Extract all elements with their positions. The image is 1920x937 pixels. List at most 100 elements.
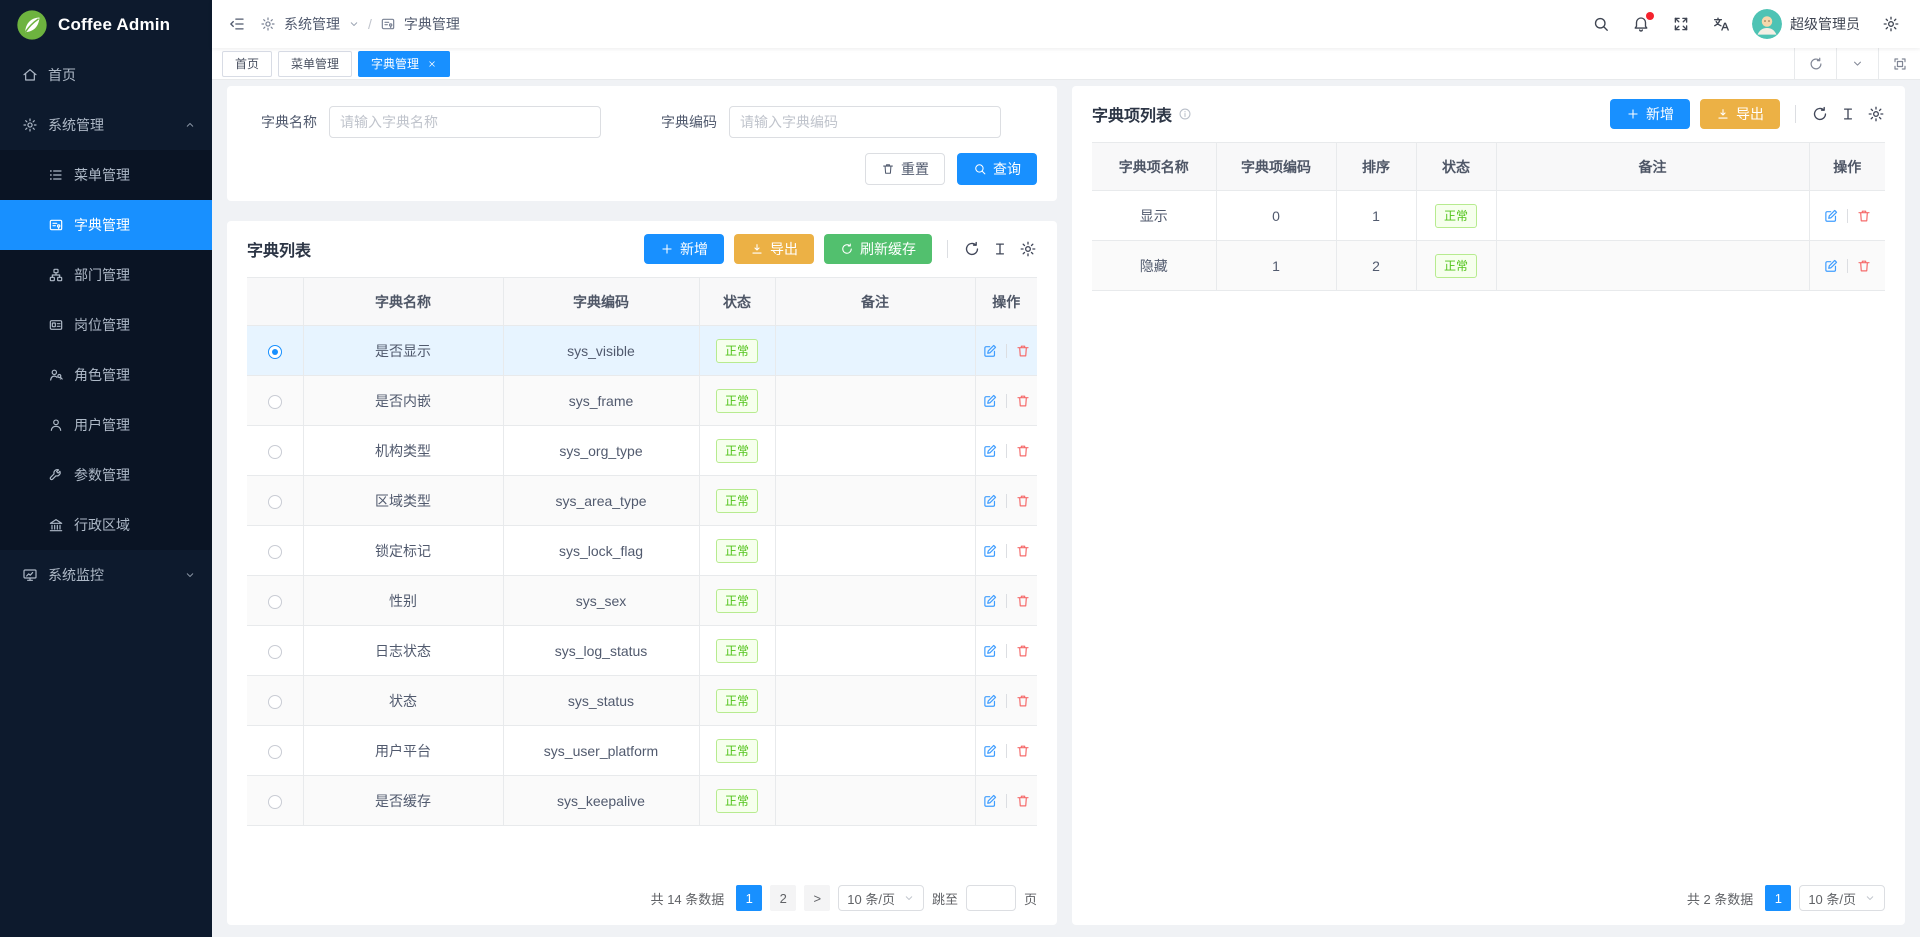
dict-row-sys_area_type[interactable]: 区域类型sys_area_type正常 <box>247 476 1037 526</box>
tab-menu-management[interactable]: 菜单管理 <box>278 51 352 77</box>
chevron-down-icon[interactable] <box>348 18 360 30</box>
sidebar-collapse-icon[interactable] <box>228 15 246 33</box>
row-height-icon[interactable] <box>991 240 1009 258</box>
delete-icon[interactable] <box>1015 393 1031 409</box>
breadcrumb-section[interactable]: 系统管理 <box>284 14 340 34</box>
edit-icon[interactable] <box>982 693 998 709</box>
delete-icon[interactable] <box>1015 443 1031 459</box>
row-radio[interactable] <box>268 545 282 559</box>
column-settings-icon[interactable] <box>1019 240 1037 258</box>
dict-code-input[interactable] <box>729 106 1001 138</box>
edit-icon[interactable] <box>982 543 998 559</box>
dict-row-sys_log_status[interactable]: 日志状态sys_log_status正常 <box>247 626 1037 676</box>
edit-icon[interactable] <box>982 593 998 609</box>
refresh-cache-button[interactable]: 刷新缓存 <box>824 234 932 264</box>
delete-icon[interactable] <box>1015 693 1031 709</box>
reset-button[interactable]: 重置 <box>865 153 945 185</box>
cell-name: 区域类型 <box>303 476 503 526</box>
row-radio[interactable] <box>268 495 282 509</box>
edit-icon[interactable] <box>982 493 998 509</box>
sidebar-item-system-monitor[interactable]: 系统监控 <box>0 550 212 600</box>
page-button-1[interactable]: 1 <box>1765 885 1791 911</box>
delete-icon[interactable] <box>1015 493 1031 509</box>
close-icon[interactable] <box>427 59 437 69</box>
edit-icon[interactable] <box>1823 208 1839 224</box>
row-height-icon[interactable] <box>1839 105 1857 123</box>
row-radio[interactable] <box>268 695 282 709</box>
sidebar-item-user-management[interactable]: 用户管理 <box>0 400 212 450</box>
row-radio[interactable] <box>268 445 282 459</box>
info-icon[interactable] <box>1178 107 1192 121</box>
sidebar-item-post-management[interactable]: 岗位管理 <box>0 300 212 350</box>
delete-icon[interactable] <box>1015 543 1031 559</box>
edit-icon[interactable] <box>982 643 998 659</box>
dict-row-sys_frame[interactable]: 是否内嵌sys_frame正常 <box>247 376 1037 426</box>
search-icon[interactable] <box>1592 15 1610 33</box>
sidebar-item-home[interactable]: 首页 <box>0 50 212 100</box>
edit-icon[interactable] <box>982 793 998 809</box>
delete-icon[interactable] <box>1015 743 1031 759</box>
sidebar-item-dept-management[interactable]: 部门管理 <box>0 250 212 300</box>
export-dict-item-button[interactable]: 导出 <box>1700 99 1780 129</box>
edit-icon[interactable] <box>982 393 998 409</box>
row-radio[interactable] <box>268 645 282 659</box>
translate-icon[interactable] <box>1712 15 1730 33</box>
edit-icon[interactable] <box>982 443 998 459</box>
export-dict-button[interactable]: 导出 <box>734 234 814 264</box>
sidebar-item-system-management[interactable]: 系统管理 <box>0 100 212 150</box>
edit-icon[interactable] <box>1823 258 1839 274</box>
row-radio[interactable] <box>268 395 282 409</box>
delete-icon[interactable] <box>1015 343 1031 359</box>
sidebar-item-menu-management[interactable]: 菜单管理 <box>0 150 212 200</box>
fullscreen-icon[interactable] <box>1672 15 1690 33</box>
row-radio[interactable] <box>268 745 282 759</box>
dict-row-sys_keepalive[interactable]: 是否缓存sys_keepalive正常 <box>247 776 1037 826</box>
column-settings-icon[interactable] <box>1867 105 1885 123</box>
next-page-button[interactable]: > <box>804 885 830 911</box>
sidebar-item-admin-region[interactable]: 行政区域 <box>0 500 212 550</box>
dict-item-row-0[interactable]: 显示01正常 <box>1092 191 1885 241</box>
dict-name-input[interactable] <box>329 106 601 138</box>
bell-icon[interactable] <box>1632 15 1650 33</box>
column-header: 状态 <box>699 278 775 326</box>
delete-icon[interactable] <box>1856 208 1872 224</box>
delete-icon[interactable] <box>1015 643 1031 659</box>
tab-home[interactable]: 首页 <box>222 51 272 77</box>
page-button-1[interactable]: 1 <box>736 885 762 911</box>
refresh-table-icon[interactable] <box>1811 105 1829 123</box>
row-radio[interactable] <box>268 345 282 359</box>
dict-row-sys_sex[interactable]: 性别sys_sex正常 <box>247 576 1037 626</box>
dict-item-row-1[interactable]: 隐藏12正常 <box>1092 241 1885 291</box>
edit-icon[interactable] <box>982 743 998 759</box>
row-radio[interactable] <box>268 595 282 609</box>
page-button-2[interactable]: 2 <box>770 885 796 911</box>
sidebar-item-param-management[interactable]: 参数管理 <box>0 450 212 500</box>
dict-row-sys_lock_flag[interactable]: 锁定标记sys_lock_flag正常 <box>247 526 1037 576</box>
sidebar-item-role-management[interactable]: 角色管理 <box>0 350 212 400</box>
jump-to-input[interactable] <box>966 885 1016 911</box>
tab-dict-management[interactable]: 字典管理 <box>358 51 450 77</box>
refresh-page-icon[interactable] <box>1794 48 1836 80</box>
refresh-table-icon[interactable] <box>963 240 981 258</box>
maximize-content-icon[interactable] <box>1878 48 1920 80</box>
add-dict-item-button[interactable]: 新增 <box>1610 99 1690 129</box>
dict-row-sys_visible[interactable]: 是否显示sys_visible正常 <box>247 326 1037 376</box>
dict-row-sys_org_type[interactable]: 机构类型sys_org_type正常 <box>247 426 1037 476</box>
add-dict-button[interactable]: 新增 <box>644 234 724 264</box>
delete-icon[interactable] <box>1015 593 1031 609</box>
page-size-select[interactable]: 10 条/页 <box>1799 885 1885 911</box>
delete-icon[interactable] <box>1856 258 1872 274</box>
tab-label: 首页 <box>235 55 259 72</box>
row-radio[interactable] <box>268 795 282 809</box>
edit-icon[interactable] <box>982 343 998 359</box>
dict-row-sys_user_platform[interactable]: 用户平台sys_user_platform正常 <box>247 726 1037 776</box>
dict-row-sys_status[interactable]: 状态sys_status正常 <box>247 676 1037 726</box>
sidebar-item-dict-management[interactable]: 字典管理 <box>0 200 212 250</box>
query-button[interactable]: 查询 <box>957 153 1037 185</box>
sidebar: Coffee Admin 首页系统管理菜单管理字典管理部门管理岗位管理角色管理用… <box>0 0 212 937</box>
delete-icon[interactable] <box>1015 793 1031 809</box>
settings-gear-icon[interactable] <box>1882 15 1900 33</box>
page-size-select[interactable]: 10 条/页 <box>838 885 924 911</box>
tab-actions-chevron-icon[interactable] <box>1836 48 1878 80</box>
user-menu[interactable]: 超级管理员 <box>1752 9 1860 39</box>
